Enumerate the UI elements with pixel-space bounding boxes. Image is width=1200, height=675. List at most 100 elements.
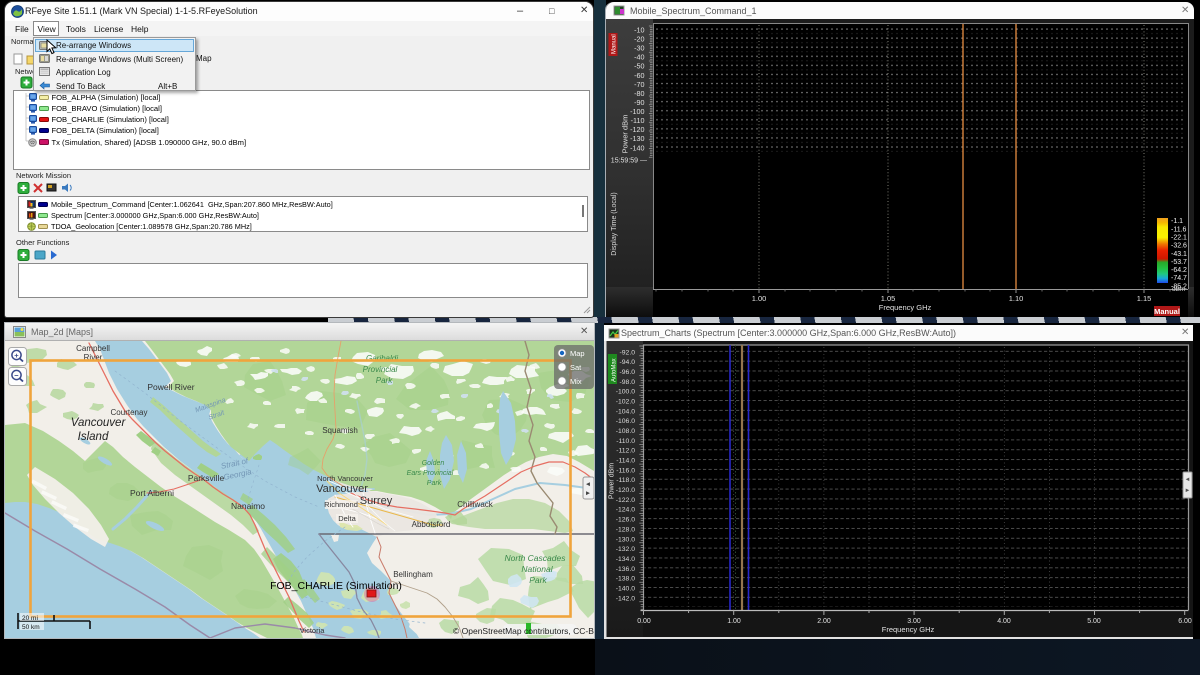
svg-text:20 mi: 20 mi: [22, 615, 38, 622]
svg-text:-114.0: -114.0: [616, 458, 635, 465]
svg-text:1.15: 1.15: [1137, 294, 1152, 303]
svg-text:-120: -120: [630, 125, 644, 134]
svg-text:Display Time (Local): Display Time (Local): [611, 192, 618, 255]
svg-text:-140.0: -140.0: [616, 586, 635, 593]
svg-text:6.00: 6.00: [1178, 618, 1192, 625]
svg-text:Delta: Delta: [338, 514, 356, 523]
svg-text:Frequency GHz: Frequency GHz: [879, 303, 932, 312]
svg-text:◄: ◄: [585, 481, 591, 488]
svg-text:-11.6: -11.6: [1171, 226, 1187, 233]
svg-text:-43.1: -43.1: [1171, 251, 1187, 258]
svg-text:Manual: Manual: [1154, 307, 1180, 316]
svg-text:-134.0: -134.0: [616, 556, 635, 563]
svg-text:1.00: 1.00: [752, 294, 767, 303]
svg-text:-74.7: -74.7: [1171, 275, 1187, 282]
svg-text:-126.0: -126.0: [616, 517, 635, 524]
svg-text:-130.0: -130.0: [616, 536, 635, 543]
svg-text:-64.2: -64.2: [1171, 267, 1187, 274]
svg-text:-22.1: -22.1: [1171, 235, 1187, 242]
svg-text:© OpenStreetMap contributors,: © OpenStreetMap contributors, CC-BY-SA: [453, 626, 594, 636]
svg-text:►: ►: [1185, 488, 1191, 494]
svg-text:Provincial: Provincial: [363, 365, 398, 374]
svg-text:Vancouver: Vancouver: [71, 417, 127, 429]
svg-text:Manual: Manual: [612, 34, 618, 54]
svg-text:Parksville: Parksville: [188, 473, 225, 483]
svg-text:-40: -40: [634, 53, 644, 62]
svg-text:North Vancouver: North Vancouver: [317, 474, 373, 483]
svg-text:-90: -90: [634, 98, 644, 107]
svg-text:+: +: [14, 351, 19, 360]
svg-text:1.05: 1.05: [881, 294, 896, 303]
svg-text:-110.0: -110.0: [616, 438, 635, 445]
svg-text:►: ►: [585, 490, 591, 497]
svg-text:Vancouver: Vancouver: [316, 483, 368, 495]
svg-text:-50: -50: [634, 62, 644, 71]
svg-text:-128.0: -128.0: [616, 526, 635, 533]
svg-text:-142.0: -142.0: [616, 595, 635, 602]
svg-text:-118.0: -118.0: [616, 477, 635, 484]
svg-text:-96.0: -96.0: [620, 369, 636, 376]
svg-text:-120.0: -120.0: [616, 487, 635, 494]
svg-text:Park: Park: [427, 480, 442, 487]
svg-text:Victoria: Victoria: [300, 626, 326, 635]
svg-text:Frequency GHz: Frequency GHz: [882, 625, 935, 634]
svg-text:Golden: Golden: [422, 460, 445, 467]
svg-text:Bellingham: Bellingham: [393, 570, 433, 579]
svg-text:-132.0: -132.0: [616, 546, 635, 553]
svg-text:Island: Island: [78, 431, 109, 443]
svg-text:-32.6: -32.6: [1171, 243, 1187, 250]
svg-text:Park: Park: [529, 575, 547, 585]
svg-text:Abbotsford: Abbotsford: [412, 520, 451, 529]
svg-text:AutoMax: AutoMax: [612, 358, 618, 382]
svg-text:-10: -10: [634, 25, 644, 34]
svg-text:Squamish: Squamish: [322, 426, 358, 435]
svg-text:Ears Provincial: Ears Provincial: [407, 470, 454, 477]
svg-text:North Cascades: North Cascades: [505, 553, 567, 563]
svg-text:◄: ◄: [1185, 477, 1191, 483]
svg-text:-70: -70: [634, 80, 644, 89]
svg-text:3.00: 3.00: [907, 618, 921, 625]
svg-text:-136.0: -136.0: [616, 566, 635, 573]
svg-text:-122.0: -122.0: [616, 497, 635, 504]
svg-text:−: −: [14, 371, 19, 380]
svg-text:-100.0: -100.0: [616, 389, 635, 396]
svg-text:-124.0: -124.0: [616, 507, 635, 514]
svg-text:-102.0: -102.0: [616, 399, 635, 406]
svg-text:Port Alberni: Port Alberni: [130, 488, 174, 498]
svg-text:Mix: Mix: [570, 377, 582, 386]
svg-text:-80: -80: [634, 89, 644, 98]
svg-text:-98.0: -98.0: [620, 379, 636, 386]
svg-text:Nanaimo: Nanaimo: [231, 501, 265, 511]
svg-text:-138.0: -138.0: [616, 576, 635, 583]
svg-text:Power dBm: Power dBm: [609, 463, 616, 499]
svg-text:-53.7: -53.7: [1171, 259, 1187, 266]
svg-text:Richmond: Richmond: [324, 500, 358, 509]
svg-text:1.10: 1.10: [1009, 294, 1024, 303]
svg-text:-108.0: -108.0: [616, 428, 635, 435]
svg-text:-112.0: -112.0: [616, 448, 635, 455]
svg-text:-1.1: -1.1: [1171, 218, 1183, 225]
svg-text:-106.0: -106.0: [616, 418, 635, 425]
svg-text:dBm: dBm: [1172, 286, 1185, 293]
svg-text:Chilliwack: Chilliwack: [457, 500, 494, 509]
svg-text:-116.0: -116.0: [616, 467, 635, 474]
svg-text:-104.0: -104.0: [616, 408, 635, 415]
svg-text:5.00: 5.00: [1087, 618, 1101, 625]
svg-text:2.00: 2.00: [817, 618, 831, 625]
svg-text:Park: Park: [376, 376, 393, 385]
svg-text:-94.0: -94.0: [620, 359, 636, 366]
svg-text:-92.0: -92.0: [620, 349, 636, 356]
svg-text:-20: -20: [634, 35, 644, 44]
svg-text:-140: -140: [630, 143, 644, 152]
svg-text:National: National: [521, 564, 553, 574]
svg-text:50 km: 50 km: [22, 624, 40, 631]
svg-text:Campbell: Campbell: [76, 344, 110, 353]
svg-text:Powell River: Powell River: [147, 382, 194, 392]
svg-text:-30: -30: [634, 44, 644, 53]
svg-text:-110: -110: [631, 116, 645, 125]
svg-text:Power dBm: Power dBm: [621, 115, 630, 154]
svg-text:FOB_CHARLIE (Simulation): FOB_CHARLIE (Simulation): [270, 580, 402, 592]
svg-text:1.00: 1.00: [727, 618, 741, 625]
svg-text:-100: -100: [630, 107, 644, 116]
svg-text:0.00: 0.00: [637, 618, 651, 625]
